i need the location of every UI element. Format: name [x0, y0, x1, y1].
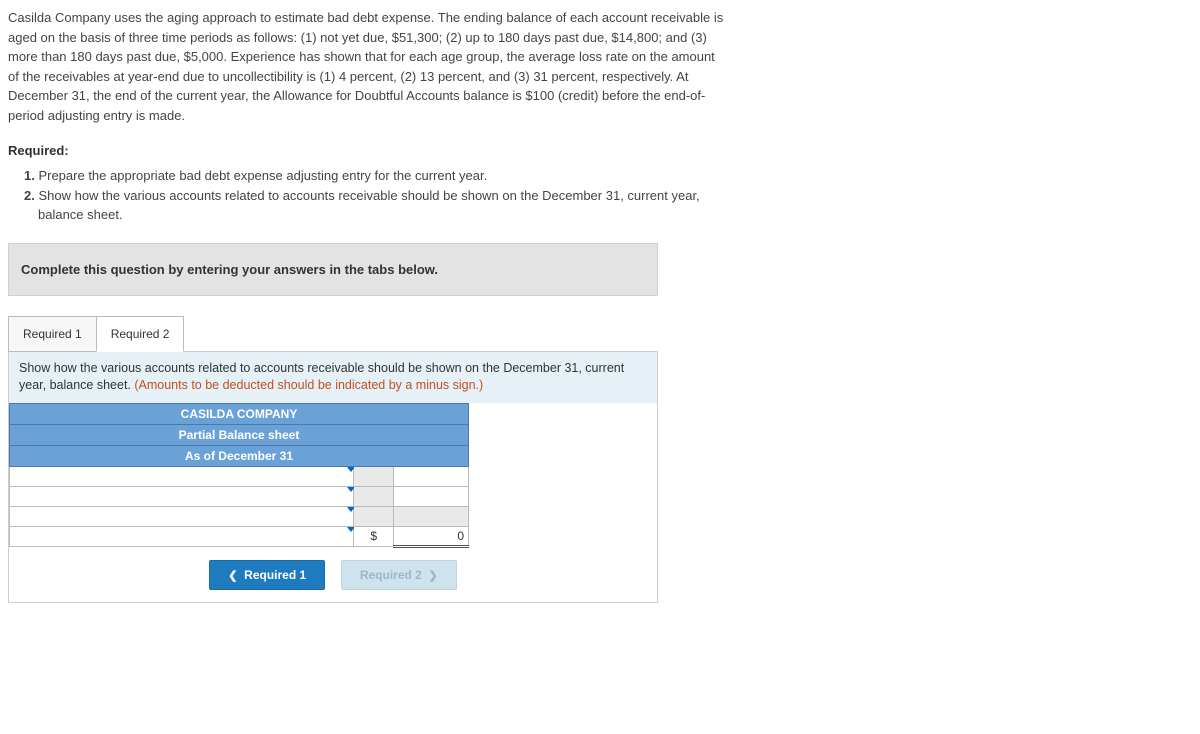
account-dropdown[interactable] — [10, 466, 354, 486]
item-text: Prepare the appropriate bad debt expense… — [35, 168, 487, 183]
table-header-company: CASILDA COMPANY — [10, 403, 469, 424]
table-row-total: $ 0 — [10, 526, 469, 546]
currency-symbol: $ — [354, 526, 394, 546]
next-label: Required 2 — [360, 568, 422, 582]
prev-button[interactable]: ❮ Required 1 — [209, 560, 325, 590]
list-item: 2. Show how the various accounts related… — [24, 186, 724, 225]
prev-label: Required 1 — [244, 568, 306, 582]
balance-sheet-table: CASILDA COMPANY Partial Balance sheet As… — [9, 403, 469, 548]
next-button[interactable]: Required 2 ❯ — [341, 560, 457, 590]
amount-input[interactable] — [394, 486, 469, 506]
instruction-banner: Complete this question by entering your … — [8, 243, 658, 296]
item-text: Show how the various accounts related to… — [35, 188, 700, 223]
total-amount: 0 — [394, 526, 469, 546]
tab-panel-required-2: Show how the various accounts related to… — [8, 351, 658, 603]
tab-required-1[interactable]: Required 1 — [8, 316, 96, 352]
table-header-title: Partial Balance sheet — [10, 424, 469, 445]
chevron-left-icon: ❮ — [228, 570, 237, 582]
required-list: 1. Prepare the appropriate bad debt expe… — [24, 166, 724, 225]
cell-shaded — [354, 506, 394, 526]
nav-buttons: ❮ Required 1 Required 2 ❯ — [9, 548, 657, 602]
table-row — [10, 486, 469, 506]
account-dropdown[interactable] — [10, 506, 354, 526]
cell-shaded — [354, 486, 394, 506]
table-row — [10, 506, 469, 526]
tab-bar: Required 1 Required 2 — [8, 316, 1192, 352]
panel-instructions: Show how the various accounts related to… — [9, 352, 657, 403]
account-dropdown[interactable] — [10, 486, 354, 506]
table-row — [10, 466, 469, 486]
item-number: 1. — [24, 168, 35, 183]
tab-required-2[interactable]: Required 2 — [96, 316, 185, 352]
problem-statement: Casilda Company uses the aging approach … — [8, 8, 728, 125]
table-header-date: As of December 31 — [10, 445, 469, 466]
chevron-right-icon: ❯ — [429, 570, 438, 582]
amount-input[interactable] — [394, 466, 469, 486]
account-dropdown[interactable] — [10, 526, 354, 546]
cell-shaded — [394, 506, 469, 526]
cell-shaded — [354, 466, 394, 486]
item-number: 2. — [24, 188, 35, 203]
instruction-note: (Amounts to be deducted should be indica… — [134, 378, 483, 392]
list-item: 1. Prepare the appropriate bad debt expe… — [24, 166, 724, 186]
required-heading: Required: — [8, 143, 1192, 158]
